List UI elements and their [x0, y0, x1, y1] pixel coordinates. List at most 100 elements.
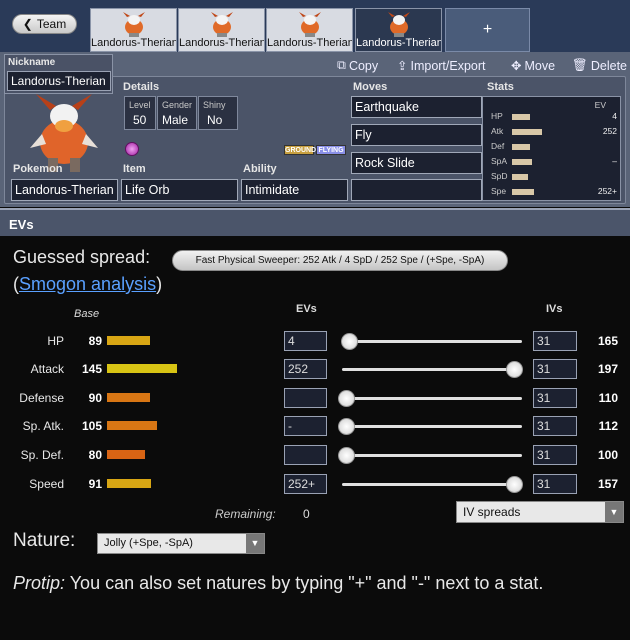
stat-summary-ev: – [612, 156, 617, 166]
ev-slider-track[interactable] [342, 368, 522, 371]
move-button[interactable]: ✥ Move [511, 58, 555, 74]
item-label: Item [123, 163, 146, 175]
iv-input[interactable]: 31 [533, 331, 577, 351]
team-tab-label: Landorus-Therian [91, 37, 176, 49]
pokemon-input[interactable]: Landorus-Therian [11, 179, 118, 201]
ability-input[interactable]: Intimidate [241, 179, 348, 201]
smogon-analysis-link[interactable]: Smogon analysis [19, 274, 156, 294]
guessed-spread-button[interactable]: Fast Physical Sweeper: 252 Atk / 4 SpD /… [172, 250, 508, 271]
team-tab-2[interactable]: Landorus-Therian [178, 8, 265, 52]
level-box[interactable]: Level 50 [124, 96, 156, 130]
stats-summary-box[interactable]: EV HP 4 Atk 252 Def SpA – SpD Spe 252+ [482, 96, 621, 201]
shiny-box[interactable]: Shiny No [198, 96, 238, 130]
ev-slider-track[interactable] [342, 483, 522, 486]
copy-label: Copy [348, 58, 379, 73]
shiny-value: No [207, 113, 223, 127]
move-1-input[interactable]: Earthquake [351, 96, 482, 118]
gender-box[interactable]: Gender Male [157, 96, 197, 130]
ev-input[interactable]: 252 [284, 359, 327, 379]
ev-slider-thumb[interactable] [338, 390, 355, 407]
protip-body: You can also set natures by typing "+" a… [65, 573, 544, 593]
stat-summary-row: SpD [491, 171, 621, 183]
team-button-label: Team [36, 17, 67, 31]
nature-select[interactable]: Jolly (+Spe, -SpA) ▼ [97, 533, 265, 554]
nature-label: Nature: [13, 530, 76, 551]
ivs-column-header: IVs [546, 303, 563, 315]
stat-total: 197 [597, 362, 618, 376]
stat-name: Speed [29, 477, 64, 491]
base-stat-value: 89 [88, 334, 102, 348]
landorus-sprite-icon [211, 12, 233, 37]
copy-icon: ⧉ [337, 58, 346, 72]
ev-slider-thumb[interactable] [506, 476, 523, 493]
base-stat-bar [107, 450, 145, 459]
ev-slider-track[interactable] [342, 397, 522, 400]
shiny-caption: Shiny [203, 100, 226, 110]
stat-total: 100 [597, 448, 618, 462]
ev-input[interactable] [284, 445, 327, 465]
gender-caption: Gender [162, 100, 193, 110]
ev-input[interactable]: 4 [284, 331, 327, 351]
base-stat-bar [107, 364, 177, 373]
move-3-input[interactable]: Rock Slide [351, 152, 482, 174]
team-tab-1[interactable]: Landorus-Therian [90, 8, 177, 52]
iv-input[interactable]: 31 [533, 474, 577, 494]
ev-slider-track[interactable] [342, 340, 522, 343]
ev-slider-thumb[interactable] [506, 361, 523, 378]
team-tab-4-active[interactable]: Landorus-Therian [355, 8, 442, 52]
delete-button[interactable]: 🗑 Delete [572, 58, 627, 73]
copy-button[interactable]: ⧉ Copy [337, 58, 378, 73]
stat-summary-ev: 252 [602, 126, 617, 136]
nickname-input[interactable]: Landorus-Therian [7, 71, 111, 91]
guessed-spread-label: Guessed spread: [13, 247, 151, 267]
ev-slider-track[interactable] [342, 425, 522, 428]
iv-input[interactable]: 31 [533, 416, 577, 436]
stat-summary-bar [512, 174, 528, 180]
stat-summary-bar [512, 144, 530, 150]
stat-summary-bar [512, 114, 530, 120]
nature-value: Jolly (+Spe, -SpA) [104, 537, 193, 549]
add-pokemon-tab[interactable]: + [445, 8, 530, 52]
remaining-value: 0 [303, 507, 310, 521]
dropdown-arrow-icon: ▼ [605, 502, 623, 522]
stat-name: Sp. Atk. [22, 419, 64, 433]
flying-type-badge: FLYING [316, 145, 346, 155]
landorus-sprite-icon [123, 12, 145, 37]
ev-slider-thumb[interactable] [338, 418, 355, 435]
iv-input[interactable]: 31 [533, 388, 577, 408]
stat-summary-name: Atk [491, 126, 504, 136]
life-orb-item-icon [125, 142, 139, 156]
ev-slider-thumb[interactable] [341, 333, 358, 350]
ev-input[interactable]: 252+ [284, 474, 327, 494]
chevron-left-icon: ❮ [22, 17, 33, 31]
ev-slider-thumb[interactable] [338, 447, 355, 464]
import-export-button[interactable]: ⇪ Import/Export [397, 58, 486, 74]
team-tab-label: Landorus-Therian [179, 37, 264, 49]
iv-spreads-select[interactable]: IV spreads ▼ [456, 501, 624, 523]
iv-input[interactable]: 31 [533, 359, 577, 379]
smogon-analysis-line: (Smogon analysis) [13, 274, 162, 295]
ev-slider-track[interactable] [342, 454, 522, 457]
stat-summary-row: HP 4 [491, 111, 621, 123]
iv-input[interactable]: 31 [533, 445, 577, 465]
level-value: 50 [133, 113, 147, 127]
details-label: Details [123, 81, 160, 93]
ev-stat-row: Speed 91 252+ 31 157 [0, 474, 630, 496]
evs-section-header: EVs [0, 208, 630, 236]
item-input[interactable]: Life Orb [121, 179, 238, 201]
stat-summary-name: HP [491, 111, 503, 121]
base-stat-value: 145 [81, 362, 102, 376]
stat-summary-bar [512, 159, 532, 165]
move-2-input[interactable]: Fly [351, 124, 482, 146]
stat-summary-bar [512, 129, 542, 135]
ev-stat-row: Sp. Def. 80 31 100 [0, 445, 630, 467]
ev-input[interactable]: - [284, 416, 327, 436]
team-tab-3[interactable]: Landorus-Therian [266, 8, 353, 52]
move-4-input[interactable] [351, 179, 482, 201]
ev-input[interactable] [284, 388, 327, 408]
base-stat-bar [107, 479, 151, 488]
team-back-button[interactable]: ❮ Team [12, 14, 77, 34]
team-tab-label: Landorus-Therian [267, 37, 352, 49]
ev-stat-row: Defense 90 31 110 [0, 388, 630, 410]
delete-label: Delete [590, 58, 628, 73]
